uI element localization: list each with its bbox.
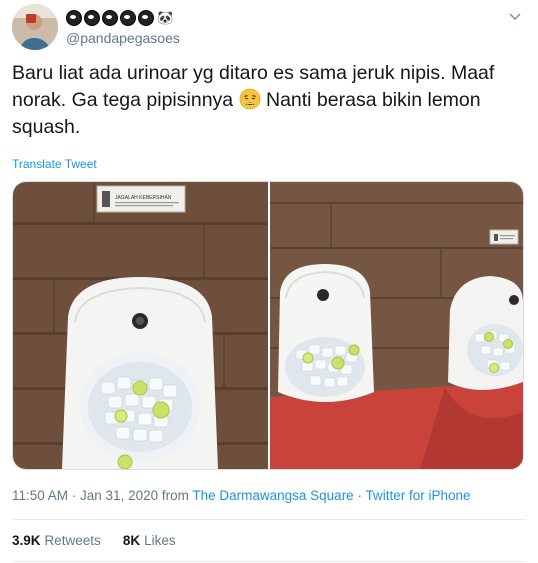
translate-tweet-link[interactable]: Translate Tweet [12, 157, 97, 171]
photo-left[interactable]: JAGALAH KEBERSIHAN [13, 182, 268, 469]
tweet-stats: 3.9K Retweets 8K Likes [12, 533, 176, 548]
dark-circle-icon [84, 10, 100, 26]
chevron-down-icon[interactable] [508, 9, 522, 23]
panda-emoji: 🐼 [157, 10, 174, 25]
likes-label: Likes [144, 533, 176, 548]
dark-circle-icon [66, 10, 82, 26]
sign-text: JAGALAH KEBERSIHAN [115, 195, 172, 201]
meta-separator: · [353, 488, 366, 503]
photo-right[interactable] [270, 182, 523, 469]
tweet-timestamp[interactable]: 11:50 AM · Jan 31, 2020 from [12, 488, 192, 503]
retweets-count: 3.9K [12, 533, 41, 548]
user-handle[interactable]: @pandapegasoes [66, 30, 180, 46]
location-link[interactable]: The Darmawangsa Square [192, 488, 353, 503]
tweet-media[interactable]: JAGALAH KEBERSIHAN [12, 181, 524, 470]
avatar[interactable] [12, 4, 58, 50]
retweets-stat[interactable]: 3.9K Retweets [12, 533, 101, 548]
likes-stat[interactable]: 8K Likes [123, 533, 176, 548]
tweet-card: 🐼 @pandapegasoes Baru liat ada urinoar y… [0, 0, 538, 563]
tweet-meta: 11:50 AM · Jan 31, 2020 from The Darmawa… [12, 488, 471, 503]
dark-circle-icon [102, 10, 118, 26]
dark-circle-icon [120, 10, 136, 26]
display-name[interactable]: 🐼 [66, 8, 173, 28]
likes-count: 8K [122, 533, 141, 548]
retweets-label: Retweets [44, 533, 101, 548]
source-link[interactable]: Twitter for iPhone [365, 488, 470, 503]
weary-face-emoji [239, 88, 260, 110]
dark-circle-icon [138, 10, 154, 26]
divider [12, 561, 526, 562]
divider [12, 519, 526, 520]
tweet-text: Baru liat ada urinoar yg ditaro es sama … [12, 60, 522, 141]
